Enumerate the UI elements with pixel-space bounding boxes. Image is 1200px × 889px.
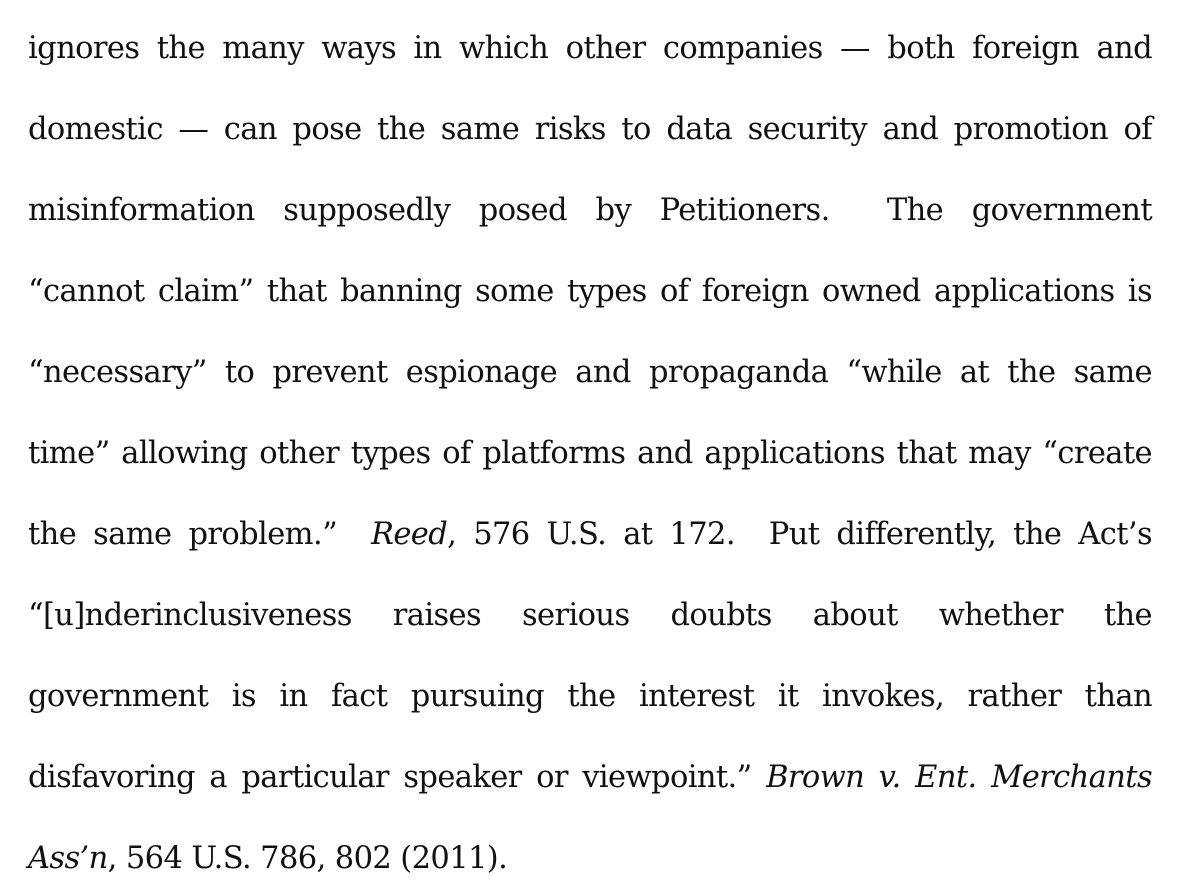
- document-page: ignores the many ways in which other com…: [0, 0, 1200, 889]
- text-line: “necessary” to prevent espionage and pro…: [28, 353, 1153, 393]
- text-segment: misinformation supposedly posed by Petit…: [28, 193, 1153, 228]
- text-segment: , 576 U.S. at 172. Put differently, the …: [447, 517, 1152, 552]
- text-segment: “necessary” to prevent espionage and pro…: [28, 355, 1153, 390]
- text-segment: government is in fact pursuing the inter…: [28, 679, 1153, 714]
- text-segment: “cannot claim” that banning some types o…: [28, 274, 1153, 309]
- text-line: disfavoring a particular speaker or view…: [28, 758, 1153, 798]
- case-name-brown-cont: Ass’n: [28, 841, 108, 876]
- text-segment: disfavoring a particular speaker or view…: [28, 760, 767, 795]
- case-name-reed: Reed: [370, 517, 448, 552]
- text-line: ignores the many ways in which other com…: [28, 29, 1153, 69]
- text-segment: “[u]nderinclusiveness raises serious dou…: [28, 598, 1153, 633]
- text-segment: domestic — can pose the same risks to da…: [28, 112, 1153, 147]
- text-line: government is in fact pursuing the inter…: [28, 677, 1153, 717]
- text-line: “cannot claim” that banning some types o…: [28, 272, 1153, 312]
- text-line: Ass’n, 564 U.S. 786, 802 (2011).: [28, 839, 1152, 879]
- text-line: the same problem.” Reed, 576 U.S. at 172…: [28, 515, 1153, 555]
- text-line: misinformation supposedly posed by Petit…: [28, 191, 1153, 231]
- text-segment: the same problem.”: [28, 517, 371, 552]
- text-segment: ignores the many ways in which other com…: [28, 31, 1153, 66]
- text-segment: time” allowing other types of platforms …: [28, 436, 1153, 471]
- text-line: domestic — can pose the same risks to da…: [28, 110, 1153, 150]
- case-name-brown: Brown v. Ent. Merchants: [766, 760, 1153, 795]
- text-line: “[u]nderinclusiveness raises serious dou…: [28, 596, 1153, 636]
- text-line: time” allowing other types of platforms …: [28, 434, 1153, 474]
- text-segment: , 564 U.S. 786, 802 (2011).: [107, 841, 508, 876]
